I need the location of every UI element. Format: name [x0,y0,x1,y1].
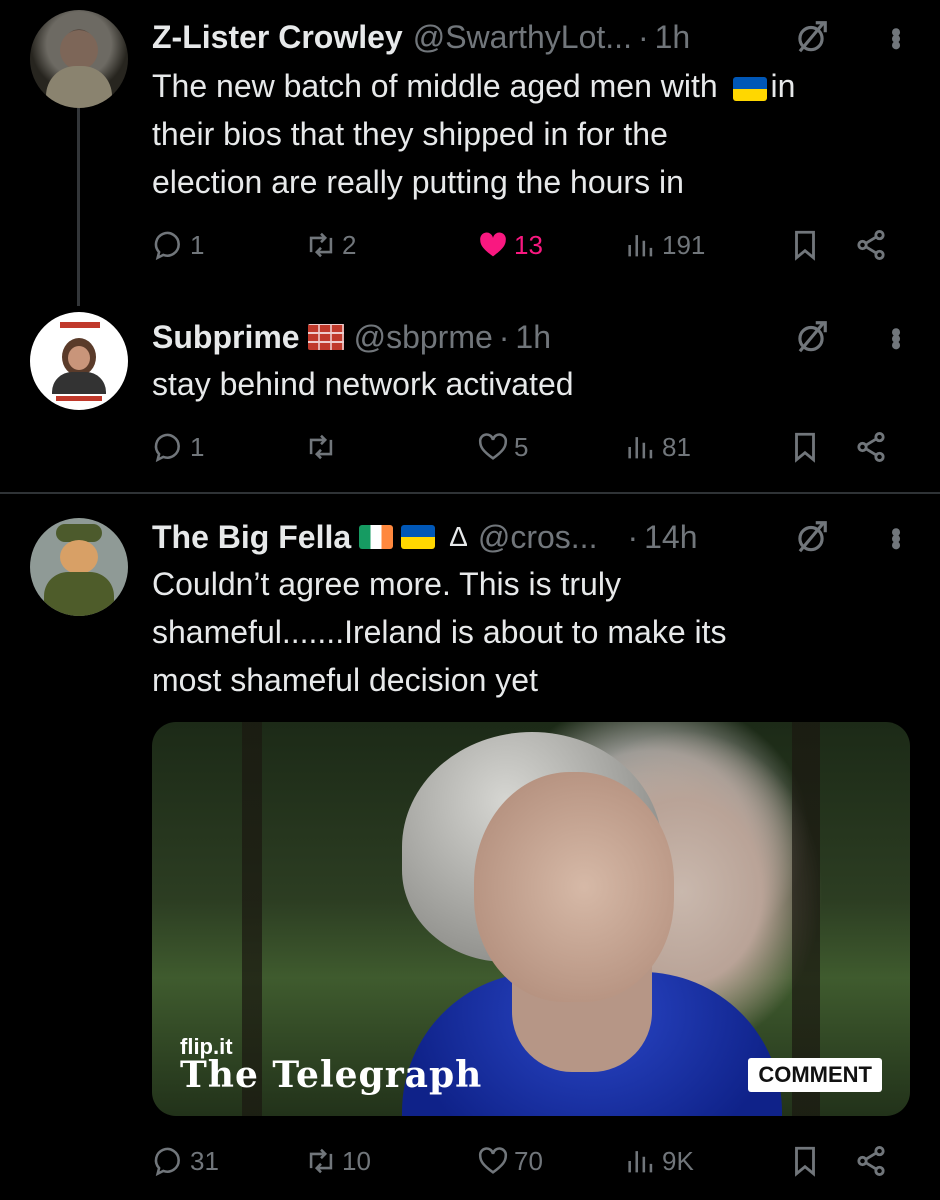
publisher-logo: The Telegraph [180,1054,483,1096]
reply-button[interactable]: 1 [152,228,204,262]
bookmark-icon [788,228,822,262]
retweet-button[interactable]: 2 [304,228,356,262]
views-count: 9K [662,1145,694,1176]
views-count: 81 [662,431,691,462]
tweet-text-line: their bios that they shipped in for the [152,116,668,152]
retweet-icon [304,228,338,262]
like-button[interactable]: 13 [476,228,543,262]
more-icon[interactable]: ••• [879,27,912,47]
retweet-icon [304,1144,338,1178]
like-button[interactable]: 70 [476,1144,543,1178]
ukraine-flag-icon [732,76,767,101]
tweet-text-line: election are really putting the hours in [152,164,684,200]
avatar-subprime[interactable] [30,312,128,410]
mute-icon[interactable] [792,18,830,56]
views-icon [624,1144,658,1178]
like-count: 5 [514,431,529,462]
retweet-count: 2 [342,229,357,260]
more-icon[interactable]: ••• [879,527,912,547]
share-button[interactable] [854,228,888,262]
share-button[interactable] [854,1144,888,1178]
views-button[interactable]: 191 [624,228,705,262]
author-name[interactable]: The Big Fella [152,519,351,556]
heart-icon [476,430,510,464]
action-bar: 1 5 81 [152,430,892,470]
share-icon [854,228,888,262]
tweet-text: The new batch of middle aged men with in… [152,62,910,206]
share-button[interactable] [854,430,888,464]
views-icon [624,228,658,262]
views-icon [624,430,658,464]
separator-dot: · [498,318,510,355]
share-icon [854,1144,888,1178]
separator-dot: · [627,518,639,555]
action-bar: 1 2 13 191 [152,228,892,268]
timestamp[interactable]: 1h [515,319,551,356]
reply-count: 1 [190,229,205,260]
avatar-the-big-fella[interactable] [30,518,128,616]
author-name[interactable]: Z-Lister Crowley [152,19,403,56]
author-name[interactable]: Subprime [152,319,300,356]
reply-button[interactable]: 1 [152,430,204,464]
retweet-button[interactable] [304,430,342,464]
views-button[interactable]: 9K [624,1144,694,1178]
smiling-face [474,772,674,1002]
ireland-flag-icon [359,525,394,549]
bookmark-button[interactable] [788,1144,822,1178]
link-card-image[interactable]: flip.it The Telegraph COMMENT [152,722,910,1116]
bookmark-button[interactable] [788,228,822,262]
bookmark-icon [788,1144,822,1178]
tweet-3[interactable]: The Big Fella Δ @cros... · 14h ••• Could… [0,494,940,1200]
tweet-text-line: Couldn’t agree more. This is truly [152,566,621,602]
like-count: 70 [514,1145,543,1176]
reply-icon [152,430,186,464]
reply-icon [152,1144,186,1178]
author-handle[interactable]: @cros... [478,519,598,556]
mute-icon[interactable] [792,518,830,556]
views-count: 191 [662,229,706,260]
like-count: 13 [514,229,543,260]
brick-wall-icon [307,324,344,350]
reply-count: 31 [190,1145,219,1176]
retweet-count: 10 [342,1145,371,1176]
tweet-text-line: The new batch of middle aged men with [152,68,718,104]
timestamp[interactable]: 1h [655,19,691,56]
more-icon[interactable]: ••• [879,327,912,347]
avatar-z-lister-crowley[interactable] [30,10,128,108]
like-button[interactable]: 5 [476,430,528,464]
author-handle[interactable]: @SwarthyLot... [413,19,632,56]
retweet-button[interactable]: 10 [304,1144,371,1178]
retweet-icon [304,430,338,464]
tweet-text-line: most shameful decision yet [152,662,538,698]
views-button[interactable]: 81 [624,430,691,464]
tweet-text: stay behind network activated [152,366,574,402]
timestamp[interactable]: 14h [644,519,697,556]
bookmark-icon [788,430,822,464]
ukraine-flag-icon [401,525,436,549]
author-handle[interactable]: @sbprme [354,319,493,356]
tweet-text: Couldn’t agree more. This is truly shame… [152,560,910,704]
action-bar: 31 10 70 9K [152,1144,892,1184]
triangle-icon: Δ [449,521,468,552]
tweet-2[interactable]: Subprime @sbprme · 1h ••• stay behind ne… [0,300,940,492]
share-icon [854,430,888,464]
separator-dot: · [637,18,649,55]
tweet-text-line: shameful.......Ireland is about to make … [152,614,727,650]
heart-icon [476,228,510,262]
comment-badge: COMMENT [748,1058,882,1092]
reply-count: 1 [190,431,205,462]
reply-button[interactable]: 31 [152,1144,219,1178]
reply-icon [152,228,186,262]
bookmark-button[interactable] [788,430,822,464]
mute-icon[interactable] [792,318,830,356]
heart-icon [476,1144,510,1178]
tweet-1[interactable]: Z-Lister Crowley @SwarthyLot... · 1h •••… [0,0,940,300]
tweet-text-line: in [770,68,796,104]
